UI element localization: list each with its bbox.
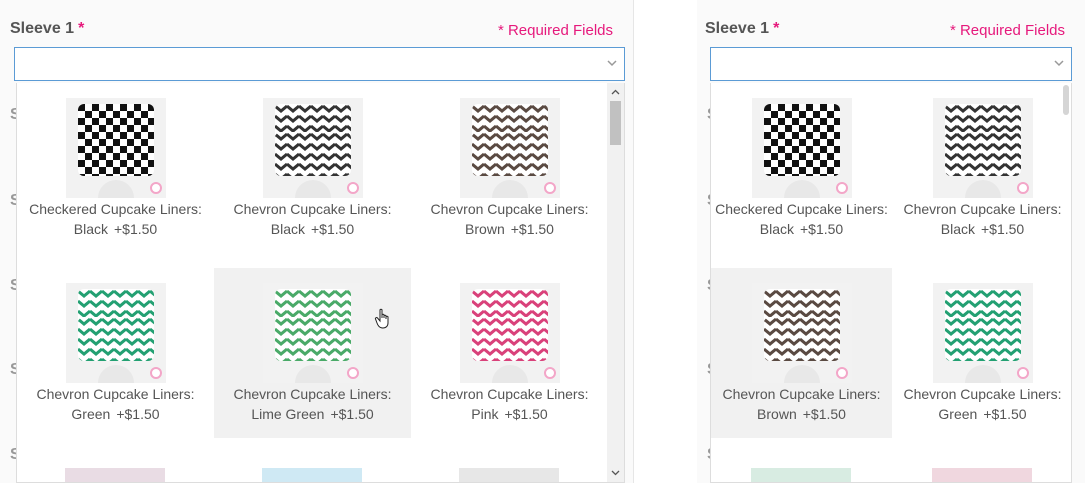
liner-thumbnail	[459, 98, 560, 198]
option-price: +$1.50	[510, 221, 554, 237]
option-price: +$1.50	[116, 406, 160, 422]
bakery-logo-icon	[149, 182, 162, 194]
bakery-logo-icon	[835, 367, 848, 379]
hand-pointer-icon	[374, 308, 389, 329]
option-caption: Checkered Cupcake Liners: Black +$1.50	[21, 199, 210, 239]
liner-thumbnail	[262, 283, 363, 383]
liner-thumbnail	[262, 98, 363, 198]
sleeve-select[interactable]	[14, 47, 625, 81]
option-caption: Chevron Cupcake Liners: Black +$1.50	[218, 199, 407, 239]
bakery-logo-icon	[543, 182, 556, 194]
option-tile[interactable]: Chevron Cupcake Liners: Green +$1.50	[17, 268, 214, 438]
option-caption: Chevron Cupcake Liners: Lime Green +$1.50	[218, 384, 407, 424]
option-tile[interactable]: Chevron Cupcake Liners: Brown +$1.50	[711, 268, 892, 438]
bakery-logo-icon	[1016, 367, 1029, 379]
options-dropdown[interactable]: Checkered Cupcake Liners: Black +$1.50 Ch…	[710, 83, 1072, 483]
sleeve-select[interactable]	[710, 47, 1072, 81]
chevron-down-icon[interactable]	[606, 57, 618, 69]
option-tile[interactable]: Chevron Cupcake Liners: Green +$1.50	[892, 268, 1071, 438]
scrollbar[interactable]	[607, 83, 624, 482]
sleeve-label: Sleeve 1 *	[10, 20, 85, 37]
bakery-logo-icon	[346, 367, 359, 379]
option-price: +$1.50	[981, 221, 1025, 237]
option-price: +$1.50	[802, 406, 846, 422]
option-caption: Checkered Cupcake Liners: Black +$1.50	[715, 199, 888, 239]
liner-thumbnail	[932, 283, 1033, 383]
liner-thumbnail	[751, 283, 852, 383]
required-star: *	[78, 20, 85, 37]
option-price: +$1.50	[504, 406, 548, 422]
option-tile[interactable]: Checkered Cupcake Liners: Black +$1.50	[17, 83, 214, 253]
sleeve-label: Sleeve 1 *	[705, 20, 780, 37]
option-name: Chevron Cupcake Liners: Brown	[722, 386, 881, 422]
next-row-thumb	[932, 468, 1032, 482]
liner-thumbnail	[932, 98, 1033, 198]
options-dropdown[interactable]: Checkered Cupcake Liners: Black +$1.50 Ch…	[16, 83, 625, 483]
scrollbar-thumb[interactable]	[610, 101, 621, 145]
scroll-up-icon[interactable]	[611, 88, 620, 97]
option-tile[interactable]: Chevron Cupcake Liners: Pink +$1.50	[411, 268, 608, 438]
option-name: Chevron Cupcake Liners: Brown	[430, 201, 589, 237]
bakery-logo-icon	[543, 367, 556, 379]
chevron-down-icon[interactable]	[1053, 57, 1065, 69]
option-caption: Chevron Cupcake Liners: Black +$1.50	[896, 199, 1069, 239]
field-label-row: Sleeve 1 * * Required Fields	[10, 20, 623, 44]
liner-thumbnail	[65, 98, 166, 198]
option-price: +$1.50	[330, 406, 374, 422]
next-row-thumb	[65, 468, 165, 482]
required-fields-note: * Required Fields	[497, 22, 613, 39]
option-caption: Chevron Cupcake Liners: Green +$1.50	[21, 384, 210, 424]
option-caption: Chevron Cupcake Liners: Brown +$1.50	[415, 199, 604, 239]
sleeve-panel-right: Sleeve 1* * Required Fields S S S S S Ch…	[697, 0, 1085, 483]
next-row-thumb	[459, 468, 559, 482]
option-price: +$1.50	[983, 406, 1027, 422]
scrollbar-thumb[interactable]	[1063, 85, 1069, 115]
liner-thumbnail	[459, 283, 560, 383]
option-tile[interactable]: Chevron Cupcake Liners: Black +$1.50	[892, 83, 1071, 253]
option-tile[interactable]: Chevron Cupcake Liners: Brown +$1.50	[411, 83, 608, 253]
bakery-logo-icon	[346, 182, 359, 194]
option-caption: Chevron Cupcake Liners: Brown +$1.50	[715, 384, 888, 424]
option-caption: Chevron Cupcake Liners: Green +$1.50	[896, 384, 1069, 424]
required-star: *	[773, 20, 780, 37]
field-label-row: Sleeve 1 * * Required Fields	[705, 20, 1065, 44]
option-price: +$1.50	[311, 221, 355, 237]
sleeve-panel-left: Sleeve 1* * Required Fields S S S S S Ch…	[0, 0, 634, 483]
required-fields-note: * Required Fields	[949, 22, 1065, 39]
option-tile[interactable]: Chevron Cupcake Liners: Black +$1.50	[214, 83, 411, 253]
option-price: +$1.50	[800, 221, 844, 237]
bakery-logo-icon	[149, 367, 162, 379]
option-price: +$1.50	[114, 221, 158, 237]
next-row-thumb	[262, 468, 362, 482]
bakery-logo-icon	[835, 182, 848, 194]
liner-thumbnail	[65, 283, 166, 383]
liner-thumbnail	[751, 98, 852, 198]
option-tile[interactable]: Chevron Cupcake Liners: Lime Green +$1.50	[214, 268, 411, 438]
bakery-logo-icon	[1016, 182, 1029, 194]
scroll-down-icon[interactable]	[611, 468, 620, 477]
option-tile[interactable]: Checkered Cupcake Liners: Black +$1.50	[711, 83, 892, 253]
next-row-thumb	[751, 468, 851, 482]
option-caption: Chevron Cupcake Liners: Pink +$1.50	[415, 384, 604, 424]
